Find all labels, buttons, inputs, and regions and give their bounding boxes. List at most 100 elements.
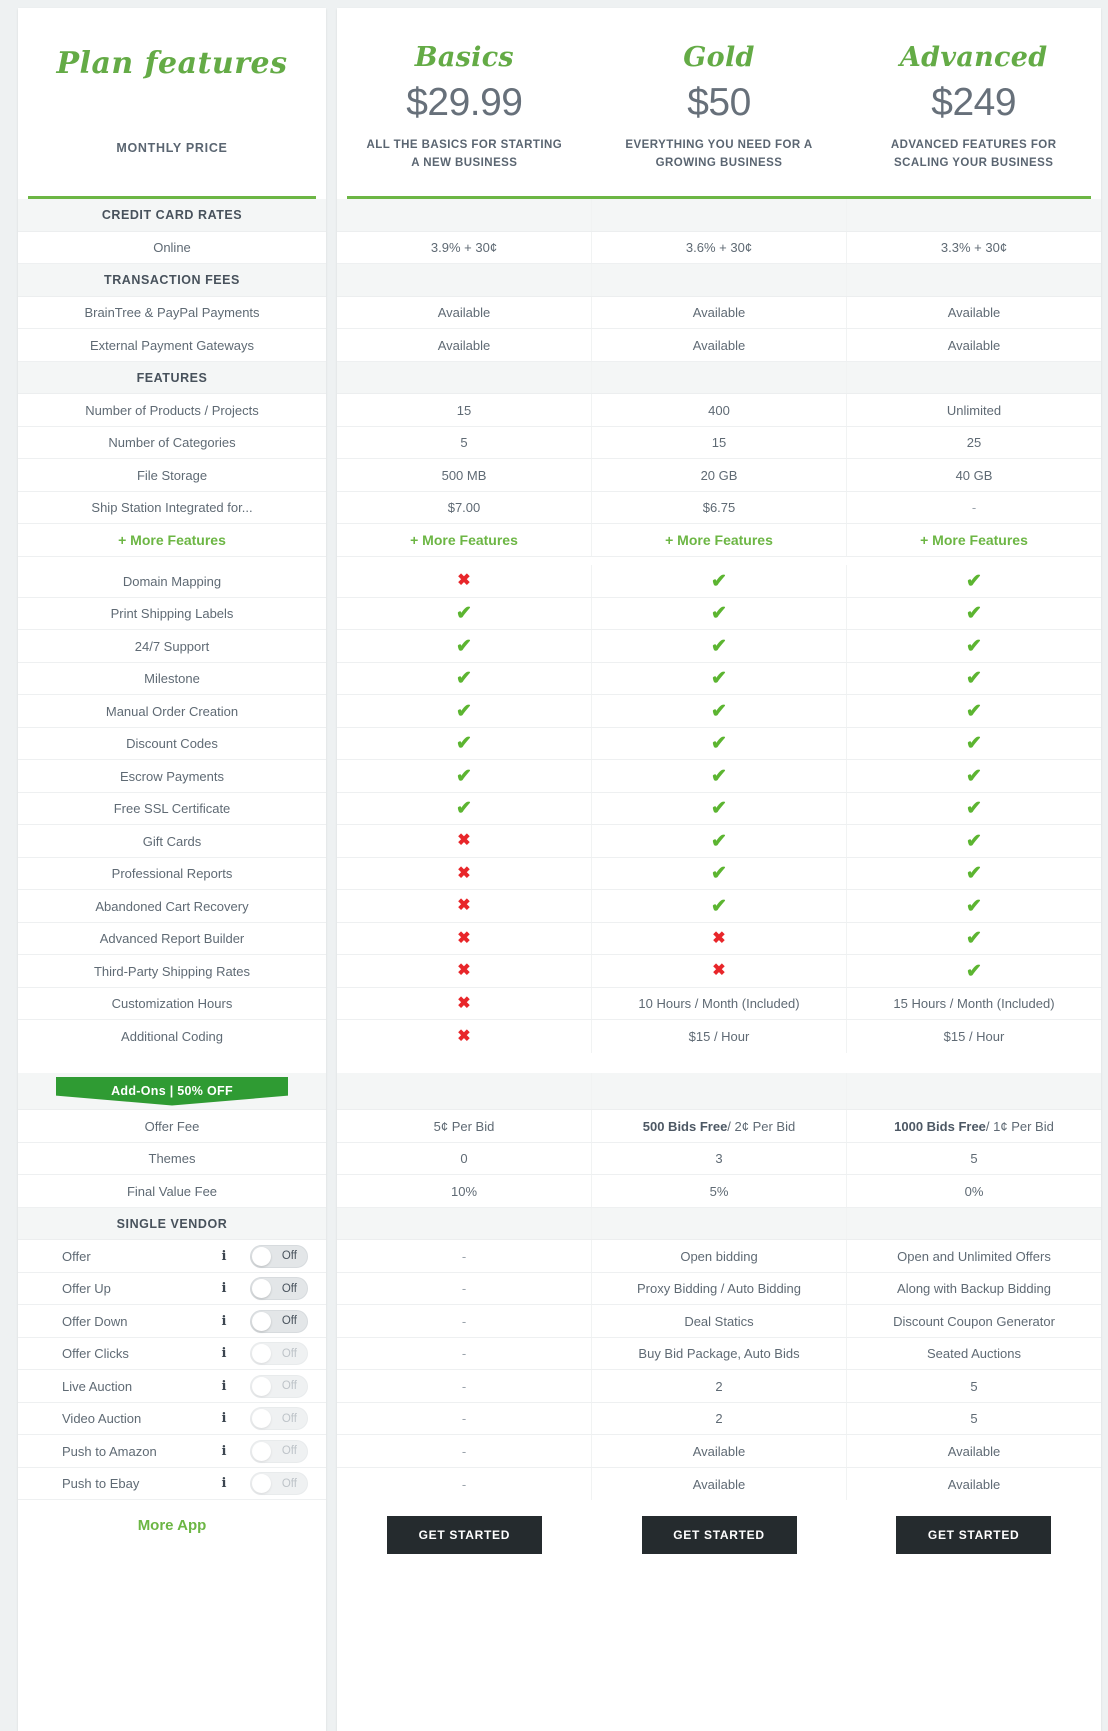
value-row-products: 15 400 Unlimited: [337, 394, 1101, 427]
check-icon: ✔: [711, 570, 727, 592]
cell-domain-gold: ✔: [592, 565, 847, 597]
info-icon[interactable]: i: [216, 1444, 232, 1459]
section-single-vendor: SINGLE VENDOR: [18, 1208, 326, 1240]
plan-desc-gold-line1: EVERYTHING YOU NEED FOR A: [625, 138, 813, 151]
row-label-milestone: Milestone: [18, 663, 326, 695]
cell-categories-basics: 5: [337, 427, 592, 458]
toggle-row-offer-up[interactable]: Offer Up i Off: [18, 1273, 326, 1305]
cell-online-gold: 3.6% + 30¢: [592, 232, 847, 263]
value-row-vendor-push-amazon: - Available Available: [337, 1435, 1101, 1468]
toggle-state-video-auction: Off: [281, 1412, 297, 1425]
check-icon: ✔: [711, 765, 727, 787]
plan-desc-advanced-line2: SCALING YOUR BUSINESS: [893, 156, 1054, 169]
check-icon: ✔: [711, 863, 727, 884]
cta-cell-gold: GET STARTED: [592, 1516, 847, 1554]
check-icon: ✔: [456, 733, 472, 754]
more-app-link[interactable]: More App: [18, 1500, 326, 1534]
cell-gateways-gold: Available: [592, 329, 847, 361]
plan-name-gold: Gold: [683, 42, 755, 73]
cell-print-advanced: ✔: [847, 598, 1101, 629]
cell-braintree-gold: Available: [592, 297, 847, 328]
check-icon: ✔: [456, 603, 472, 624]
cta-cell-advanced: GET STARTED: [846, 1516, 1101, 1554]
toggle-switch-video-auction[interactable]: Off: [250, 1407, 308, 1430]
value-row-domain-mapping: ✖ ✔ ✔: [337, 565, 1101, 598]
value-row-themes: 0 3 5: [337, 1143, 1101, 1175]
value-row-braintree: Available Available Available: [337, 297, 1101, 329]
info-icon[interactable]: i: [216, 1281, 232, 1296]
cell-support-basics: ✔: [337, 630, 592, 662]
get-started-button-gold[interactable]: GET STARTED: [641, 1516, 797, 1554]
check-icon: ✔: [966, 830, 982, 852]
cell-vendor5-advanced: 5: [970, 1378, 978, 1394]
value-row-vendor-video-auction: - 2 5: [337, 1403, 1101, 1435]
info-icon[interactable]: i: [216, 1346, 232, 1361]
plan-name-advanced: Advanced: [899, 42, 1048, 73]
toggle-row-video-auction[interactable]: Video Auction i Off: [18, 1403, 326, 1435]
value-row-categories: 5 15 25: [337, 427, 1101, 459]
toggle-row-live-auction[interactable]: Live Auction i Off: [18, 1370, 326, 1403]
info-icon[interactable]: i: [216, 1411, 232, 1426]
cell-thirdparty-gold: ✖: [592, 955, 847, 987]
toggle-switch-push-ebay[interactable]: Off: [250, 1472, 308, 1495]
info-icon[interactable]: i: [216, 1249, 232, 1264]
more-features-link-basics[interactable]: + More Features: [337, 524, 592, 556]
cell-vendor2-gold: Proxy Bidding / Auto Bidding: [592, 1273, 847, 1304]
cell-online-basics: 3.9% + 30¢: [337, 232, 592, 263]
cell-themes-basics: 0: [337, 1143, 592, 1174]
info-icon[interactable]: i: [216, 1314, 232, 1329]
cell-escrow-advanced: ✔: [847, 760, 1101, 792]
feature-label-rows: CREDIT CARD RATES Online TRANSACTION FEE…: [18, 199, 326, 1534]
cell-vendor2-advanced: Along with Backup Bidding: [897, 1281, 1051, 1296]
toggle-row-offer-down[interactable]: Offer Down i Off: [18, 1305, 326, 1338]
addons-ribbon: Add-Ons | 50% OFF: [56, 1076, 288, 1106]
info-icon[interactable]: i: [216, 1476, 232, 1491]
cell-cart-basics: ✖: [337, 890, 592, 922]
cell-ssl-basics: ✔: [337, 793, 592, 824]
toggle-switch-push-amazon[interactable]: Off: [250, 1439, 308, 1463]
toggle-state-offer-up: Off: [281, 1282, 297, 1295]
cell-vendor5-gold: 2: [592, 1370, 847, 1402]
cell-finalfee-gold: 5%: [592, 1175, 847, 1207]
toggle-switch-offer-up[interactable]: Off: [250, 1277, 308, 1300]
toggle-state-offer-clicks: Off: [281, 1347, 297, 1360]
check-icon: ✔: [966, 733, 982, 754]
cell-vendor4-gold: Buy Bid Package, Auto Bids: [592, 1338, 847, 1369]
info-icon[interactable]: i: [216, 1379, 232, 1394]
plan-price-gold: $50: [687, 81, 751, 124]
more-features-link-gold[interactable]: + More Features: [592, 524, 847, 556]
cross-icon: ✖: [457, 897, 471, 914]
offerfee-basics-text: 5¢ Per Bid: [433, 1118, 495, 1134]
value-row-section-single-vendor: [337, 1208, 1101, 1240]
check-icon: ✔: [711, 798, 727, 819]
monthly-price-label: MONTHLY PRICE: [116, 141, 228, 155]
more-features-link-left[interactable]: + More Features: [18, 524, 326, 557]
toggle-switch-offer-clicks[interactable]: Off: [250, 1342, 308, 1365]
toggle-state-push-amazon: Off: [281, 1445, 297, 1457]
cell-milestone-gold: ✔: [592, 663, 847, 694]
toggle-row-offer[interactable]: Offer i Off: [18, 1240, 326, 1273]
toggle-switch-live-auction[interactable]: Off: [250, 1374, 308, 1398]
value-row-vendor-offer: - Open bidding Open and Unlimited Offers: [337, 1240, 1101, 1273]
value-row-customization-hours: ✖ 10 Hours / Month (Included) 15 Hours /…: [337, 988, 1101, 1020]
more-features-link-advanced[interactable]: + More Features: [847, 524, 1101, 556]
row-label-support: 24/7 Support: [18, 630, 326, 663]
check-icon: ✔: [711, 668, 727, 689]
row-label-customization: Customization Hours: [18, 988, 326, 1020]
toggle-switch-offer-down[interactable]: Off: [250, 1309, 308, 1333]
cell-builder-basics: ✖: [337, 923, 592, 954]
toggle-switch-offer[interactable]: Off: [250, 1244, 308, 1268]
get-started-button-basics[interactable]: GET STARTED: [386, 1516, 542, 1554]
get-started-button-advanced[interactable]: GET STARTED: [896, 1516, 1052, 1554]
cell-gateways-advanced: Available: [947, 337, 1001, 353]
toggle-row-push-amazon[interactable]: Push to Amazon i Off: [18, 1435, 326, 1468]
toggle-row-push-ebay[interactable]: Push to Ebay i Off: [18, 1468, 326, 1500]
cross-icon: ✖: [457, 994, 471, 1012]
plan-desc-advanced-line1: ADVANCED FEATURES FOR: [890, 138, 1057, 151]
row-label-file-storage: File Storage: [18, 459, 326, 492]
toggle-label-push-ebay: Push to Ebay: [62, 1476, 140, 1491]
toggle-row-offer-clicks[interactable]: Offer Clicks i Off: [18, 1338, 326, 1370]
row-label-gift-cards: Gift Cards: [18, 825, 326, 858]
cross-icon: ✖: [457, 572, 471, 589]
value-row-gift-cards: ✖ ✔ ✔: [337, 825, 1101, 858]
